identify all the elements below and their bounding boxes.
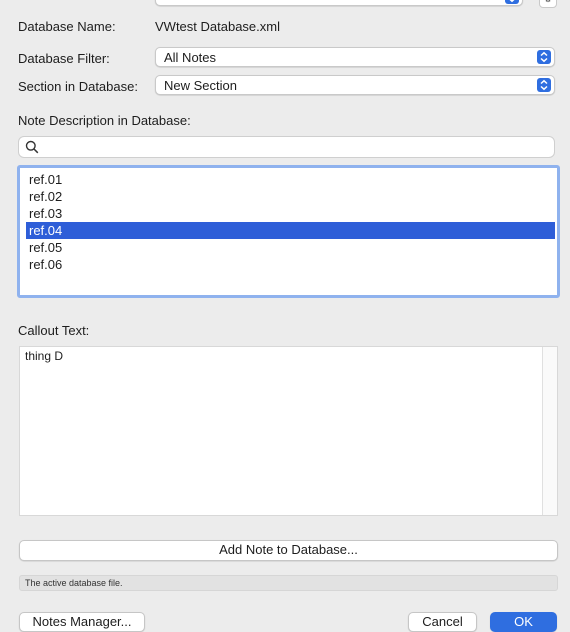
stepper-arrows-icon (537, 50, 551, 64)
stepper-arrows-icon (505, 0, 519, 4)
database-filter-popup[interactable]: All Notes (155, 47, 555, 67)
list-item[interactable]: ref.01 (26, 171, 555, 188)
database-filter-label: Database Filter: (18, 51, 110, 66)
list-item-selected[interactable]: ref.04 (26, 222, 555, 239)
callout-text-content: thing D (25, 349, 64, 363)
status-text: The active database file. (25, 578, 123, 588)
database-name-label: Database Name: (18, 19, 116, 34)
search-input[interactable] (45, 139, 549, 157)
search-icon (25, 140, 39, 154)
database-name-value: VWtest Database.xml (155, 19, 280, 34)
list-item[interactable]: ref.05 (26, 239, 555, 256)
gear-icon: ⚙ (544, 0, 552, 5)
callout-text-label: Callout Text: (18, 323, 90, 338)
search-field[interactable] (18, 136, 555, 158)
note-description-label: Note Description in Database: (18, 113, 191, 128)
callout-text-area[interactable]: thing D (19, 346, 558, 516)
database-path-popup[interactable] (155, 0, 523, 6)
list-item[interactable]: ref.02 (26, 188, 555, 205)
database-filter-value: All Notes (164, 50, 217, 65)
add-note-button[interactable]: Add Note to Database... (19, 540, 558, 561)
notes-list[interactable]: ref.01 ref.02 ref.03 ref.04 ref.05 ref.0… (17, 165, 560, 298)
section-popup[interactable]: New Section (155, 75, 555, 95)
stepper-arrows-icon (537, 78, 551, 92)
cancel-button[interactable]: Cancel (408, 612, 477, 632)
list-item[interactable]: ref.06 (26, 256, 555, 273)
notes-manager-button[interactable]: Notes Manager... (19, 612, 145, 632)
status-bar: The active database file. (19, 575, 558, 591)
gear-button[interactable]: ⚙ (539, 0, 557, 8)
section-value: New Section (164, 78, 237, 93)
section-label: Section in Database: (18, 79, 138, 94)
list-item[interactable]: ref.03 (26, 205, 555, 222)
callout-scrollbar[interactable] (542, 347, 557, 515)
ok-button[interactable]: OK (490, 612, 557, 632)
